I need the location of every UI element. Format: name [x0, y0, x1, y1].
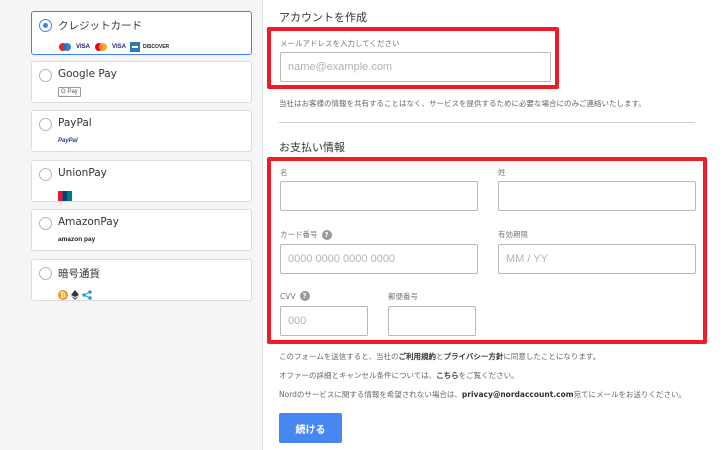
mastercard-icon — [94, 37, 108, 56]
payment-option-label: 暗号通貨 — [58, 268, 100, 280]
continue-button[interactable]: 続ける — [279, 413, 342, 443]
radio-selected-icon[interactable] — [39, 19, 52, 32]
first-name-field[interactable] — [280, 181, 478, 211]
last-name-label-text: 姓 — [498, 168, 506, 177]
card-number-label-text: カード番号 — [280, 230, 318, 239]
expiry-field[interactable] — [498, 244, 696, 274]
expiry-label: 有効期限 — [498, 229, 528, 240]
terms-link[interactable]: ご利用規約 — [398, 352, 436, 361]
nord-text: Nordのサービスに関する情報を希望されない場合は、 — [279, 390, 462, 399]
payment-option-label: AmazonPay — [58, 216, 119, 228]
postal-code-label: 郵便番号 — [388, 291, 418, 302]
amex-icon — [130, 37, 141, 56]
email-field[interactable] — [280, 52, 551, 82]
radio-icon[interactable] — [39, 69, 52, 82]
radio-icon[interactable] — [39, 168, 52, 181]
google-pay-logo: G Pay — [58, 87, 81, 97]
payment-option-crypto[interactable]: 暗号通貨 ₿ — [31, 259, 252, 301]
discover-icon: DISCOVER — [143, 43, 170, 50]
postal-code-field[interactable] — [388, 306, 476, 336]
payment-option-label: クレジットカード — [58, 20, 142, 32]
offer-text: をご覧ください。 — [458, 371, 519, 380]
crypto-logos: ₿ — [58, 285, 92, 304]
terms-text: に同意したことになります。 — [503, 352, 601, 361]
offer-details-link[interactable]: こちら — [436, 371, 459, 380]
radio-icon[interactable] — [39, 118, 52, 131]
maestro-icon — [58, 37, 72, 56]
expiry-label-text: 有効期限 — [498, 230, 528, 239]
radio-icon[interactable] — [39, 267, 52, 280]
cvv-field[interactable] — [280, 306, 368, 336]
payment-option-credit-card[interactable]: クレジットカード VISA VISA DISCOVER — [31, 11, 252, 55]
account-heading: アカウントを作成 — [279, 11, 367, 24]
offer-text: オファーの詳細とキャンセル条件については、 — [279, 371, 437, 380]
nord-text: 宛てにメールをお送りください。 — [573, 390, 687, 399]
card-number-label: カード番号 ? — [280, 229, 332, 240]
first-name-label-text: 名 — [280, 168, 288, 177]
privacy-policy-link[interactable]: プライバシー方針 — [443, 352, 503, 361]
last-name-label: 姓 — [498, 167, 506, 178]
payment-heading: お支払い情報 — [279, 141, 345, 154]
visa-electron-icon: VISA — [76, 43, 91, 50]
help-icon[interactable]: ? — [321, 229, 332, 240]
privacy-email-link[interactable]: privacy@nordaccount.com — [462, 390, 574, 399]
unionpay-icon — [58, 186, 72, 205]
bitcoin-icon: ₿ — [58, 285, 68, 304]
email-label: メールアドレスを入力してください — [280, 38, 400, 49]
terms-note: このフォームを送信すると、当社のご利用規約とプライバシー方針に同意したことになり… — [279, 351, 600, 362]
google-pay-icon: G Pay — [58, 87, 81, 97]
first-name-label: 名 — [280, 167, 288, 178]
privacy-note: 当社はお客様の情報を共有することはなく、サービスを提供するために必要な場合にのみ… — [279, 99, 646, 108]
payment-option-label: UnionPay — [58, 167, 107, 179]
help-icon[interactable]: ? — [299, 291, 310, 301]
radio-icon[interactable] — [39, 217, 52, 230]
card-logos: VISA VISA DISCOVER — [58, 37, 169, 56]
payment-method-list: クレジットカード VISA VISA DISCOVER Google Pay G… — [0, 0, 262, 450]
ripple-icon — [82, 285, 92, 304]
section-divider — [279, 122, 695, 123]
checkout-form: アカウントを作成 メールアドレスを入力してください 当社はお客様の情報を共有する… — [263, 0, 728, 450]
email-label-text: メールアドレスを入力してください — [280, 39, 400, 48]
nord-opt-out-note: Nordのサービスに関する情報を希望されない場合は、privacy@nordac… — [279, 389, 686, 400]
payment-option-paypal[interactable]: PayPal PayPal — [31, 110, 252, 152]
payment-option-google-pay[interactable]: Google Pay G Pay — [31, 61, 252, 103]
cvv-label-text: CVV — [280, 291, 296, 301]
payment-option-label: PayPal — [58, 117, 92, 129]
amazon-pay-icon: amazon pay — [58, 236, 96, 243]
cvv-label: CVV ? — [280, 291, 310, 301]
paypal-icon: PayPal — [58, 138, 78, 144]
unionpay-logo — [58, 186, 72, 205]
payment-option-label: Google Pay — [58, 68, 117, 80]
visa-icon: VISA — [112, 43, 127, 50]
card-number-field[interactable] — [280, 244, 478, 274]
ethereum-icon — [71, 285, 79, 304]
amazon-pay-logo: amazon pay — [58, 235, 95, 245]
offer-note: オファーの詳細とキャンセル条件については、こちらをご覧ください。 — [279, 370, 519, 381]
svg-text:₿: ₿ — [60, 292, 66, 300]
payment-option-unionpay[interactable]: UnionPay — [31, 160, 252, 202]
payment-option-amazon-pay[interactable]: AmazonPay amazon pay — [31, 209, 252, 251]
terms-text: このフォームを送信すると、当社の — [279, 352, 399, 361]
last-name-field[interactable] — [498, 181, 696, 211]
paypal-logo: PayPal — [58, 136, 78, 146]
postal-code-label-text: 郵便番号 — [388, 292, 418, 301]
